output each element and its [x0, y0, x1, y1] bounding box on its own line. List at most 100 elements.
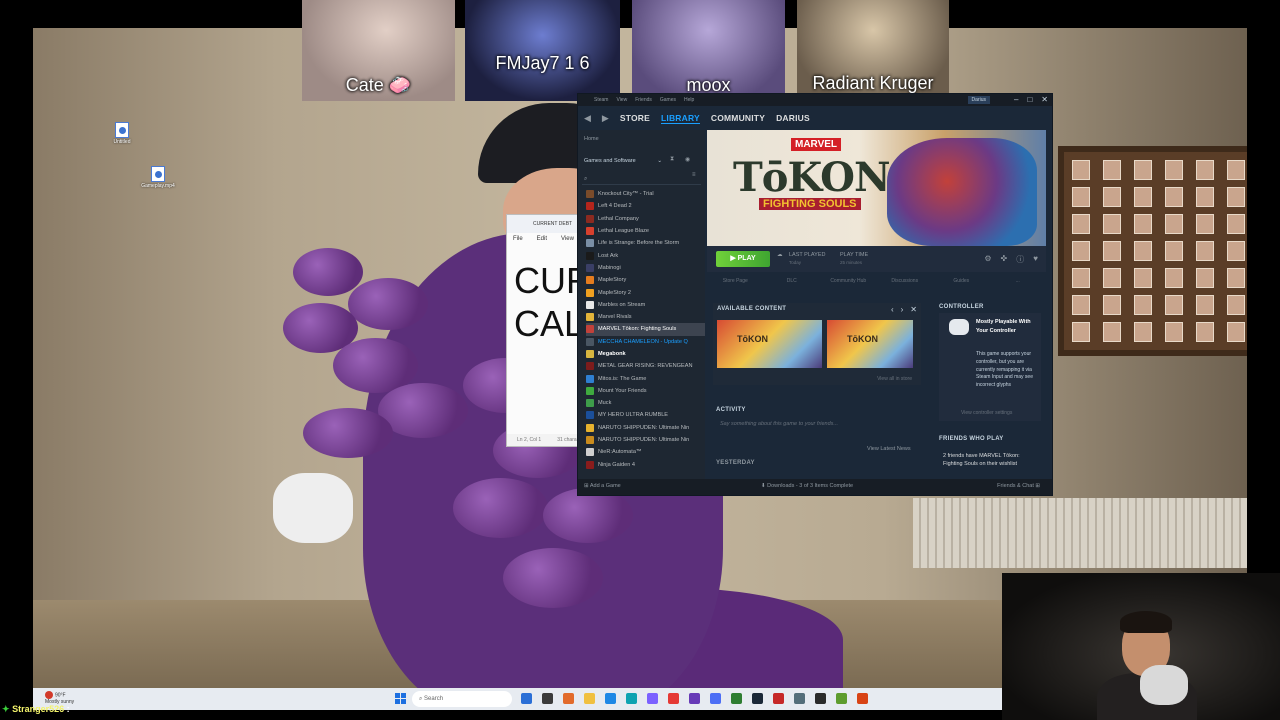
downloads-status[interactable]: ⬇ Downloads - 3 of 3 Items Complete	[761, 483, 853, 489]
taskbar-app-icon[interactable]	[647, 693, 658, 704]
view-latest-news-link[interactable]: View Latest News	[867, 446, 911, 452]
game-list-item[interactable]: NieR:Automata™	[586, 446, 705, 458]
category-dropdown[interactable]: Games and Software ⌄	[582, 156, 665, 167]
menu-file[interactable]: File	[513, 233, 523, 245]
play-circle-icon[interactable]: ◉	[685, 156, 690, 163]
gear-icon[interactable]: ⚙	[984, 254, 991, 265]
chevron-right-icon[interactable]: ›	[901, 305, 904, 314]
forward-arrow-icon[interactable]: ▶	[602, 113, 609, 124]
menu-help[interactable]: Help	[684, 97, 694, 103]
friends-chat-button[interactable]: Friends & Chat ⊞	[997, 483, 1040, 489]
taskbar-app-icon[interactable]	[563, 693, 574, 704]
game-list-item[interactable]: NARUTO SHIPPUDEN: Ultimate Nin	[586, 434, 705, 446]
friends-wishlist-text[interactable]: 2 friends have MARVEL Tōkon: Fighting So…	[943, 452, 1039, 468]
subnav-store-page[interactable]: Store Page	[707, 274, 764, 288]
home-link[interactable]: Home	[584, 136, 599, 142]
game-list-item[interactable]: MARVEL Tōkon: Fighting Souls	[586, 323, 705, 336]
menu-view[interactable]: View	[616, 97, 627, 103]
game-list-item[interactable]: MY HERO ULTRA RUMBLE	[586, 409, 705, 421]
taskbar-app-icon[interactable]	[626, 693, 637, 704]
view-all-link[interactable]: View all in store	[877, 376, 912, 382]
game-list-item[interactable]: Marbles on Stream	[586, 299, 705, 311]
subnav-more[interactable]: ...	[990, 274, 1047, 288]
dlc-card[interactable]: TōKON	[717, 320, 822, 368]
board-photo	[1165, 187, 1183, 207]
taskbar-app-icon[interactable]	[752, 693, 763, 704]
taskbar-app-icon[interactable]	[815, 693, 826, 704]
subnav-discussions[interactable]: Discussions	[877, 274, 934, 288]
activity-input[interactable]: Say something about this game to your fr…	[716, 418, 921, 431]
game-list-item[interactable]: Ninja Gaiden 4	[586, 459, 705, 471]
taskbar-app-icon[interactable]	[794, 693, 805, 704]
start-button-icon[interactable]	[395, 693, 406, 704]
game-list-item[interactable]: Megabonk	[586, 348, 705, 360]
menu-steam[interactable]: Steam	[594, 97, 608, 103]
controller-settings-link[interactable]: View controller settings	[961, 410, 1012, 416]
taskbar-app-icon[interactable]	[521, 693, 532, 704]
recent-icon[interactable]: ⧗	[670, 156, 674, 163]
tab-profile[interactable]: DARIUS	[776, 113, 810, 123]
game-list-item[interactable]: MECCHA CHAMELEON - Update Q	[586, 336, 705, 348]
game-list-item[interactable]: Mabinogi	[586, 262, 705, 274]
game-list-item[interactable]: METAL GEAR RISING: REVENGEAN	[586, 360, 705, 372]
board-photo	[1165, 295, 1183, 315]
taskbar-app-icon[interactable]	[857, 693, 868, 704]
taskbar-app-icon[interactable]	[836, 693, 847, 704]
desktop-icon-gameplay[interactable]: Gameplay.mp4	[138, 166, 178, 189]
game-list-item[interactable]: Left 4 Dead 2	[586, 200, 705, 212]
game-list-item[interactable]: Muck	[586, 397, 705, 409]
game-list-item[interactable]: MapleStory	[586, 274, 705, 286]
tab-community[interactable]: COMMUNITY	[711, 113, 765, 123]
notepad-title[interactable]: CURRENT DEBT	[507, 215, 580, 233]
info-icon[interactable]: ⓘ	[1016, 254, 1024, 265]
taskbar-app-icon[interactable]	[731, 693, 742, 704]
taskbar-app-icon[interactable]	[689, 693, 700, 704]
heart-icon[interactable]: ♥	[1033, 254, 1038, 265]
menu-edit[interactable]: Edit	[537, 233, 547, 245]
taskbar-app-icon[interactable]	[710, 693, 721, 704]
dlc-card[interactable]: TōKON	[827, 320, 913, 368]
menu-friends[interactable]: Friends	[635, 97, 652, 103]
game-list-item[interactable]: Lethal Company	[586, 213, 705, 225]
minimize-icon[interactable]: –	[1014, 95, 1018, 104]
game-list-item[interactable]: Marvel Rivals	[586, 311, 705, 323]
tab-store[interactable]: STORE	[620, 113, 650, 123]
library-search-input[interactable]: ⌕	[582, 176, 701, 185]
game-list-item[interactable]: Lethal League Blaze	[586, 225, 705, 237]
subnav-dlc[interactable]: DLC	[764, 274, 821, 288]
account-button[interactable]: Darius	[967, 96, 990, 104]
maximize-icon[interactable]: □	[1027, 95, 1032, 104]
game-list-item[interactable]: Mitos.is: The Game	[586, 372, 705, 384]
game-list-item[interactable]: Knockout City™ - Trial	[586, 188, 705, 200]
menu-games[interactable]: Games	[660, 97, 676, 103]
friends-chat-label: Friends & Chat	[997, 483, 1034, 489]
back-arrow-icon[interactable]: ◀	[584, 113, 591, 124]
taskbar-app-icon[interactable]	[584, 693, 595, 704]
game-list-item[interactable]: NARUTO SHIPPUDEN: Ultimate Nin	[586, 422, 705, 434]
game-list-item[interactable]: Lost Ark	[586, 249, 705, 261]
notepad-window[interactable]: CURRENT DEBT File Edit View CUR CAL Ln 2…	[506, 214, 592, 447]
subnav-community-hub[interactable]: Community Hub	[820, 274, 877, 288]
yesterday-header: YESTERDAY	[716, 460, 755, 466]
play-button[interactable]: ▶ PLAY	[716, 251, 770, 267]
game-list-item[interactable]: Mount Your Friends	[586, 385, 705, 397]
close-icon[interactable]: ✕	[910, 305, 917, 314]
menu-view[interactable]: View	[561, 233, 574, 245]
taskbar-app-icon[interactable]	[668, 693, 679, 704]
desktop-icon-untitled[interactable]: Untitled	[102, 122, 142, 145]
taskbar-search-input[interactable]: ⌕ Search	[412, 691, 512, 707]
chevron-left-icon[interactable]: ‹	[891, 305, 894, 314]
notepad-text-area[interactable]: CUR CAL	[507, 245, 592, 345]
controller-icon[interactable]: ✜	[1001, 254, 1008, 265]
weather-widget[interactable]: 90°F Mostly sunny	[45, 691, 74, 705]
taskbar-app-icon[interactable]	[773, 693, 784, 704]
game-list-item[interactable]: MapleStory 2	[586, 286, 705, 298]
game-list: Knockout City™ - Trial Left 4 Dead 2 Letha…	[586, 188, 705, 479]
close-icon[interactable]: ✕	[1041, 95, 1048, 104]
taskbar-app-icon[interactable]	[605, 693, 616, 704]
tab-library[interactable]: LIBRARY	[660, 113, 700, 124]
add-game-button[interactable]: ⊞ Add a Game	[584, 483, 621, 489]
taskbar-app-icon[interactable]	[542, 693, 553, 704]
subnav-guides[interactable]: Guides	[933, 274, 990, 288]
game-list-item[interactable]: Life is Strange: Before the Storm	[586, 237, 705, 249]
